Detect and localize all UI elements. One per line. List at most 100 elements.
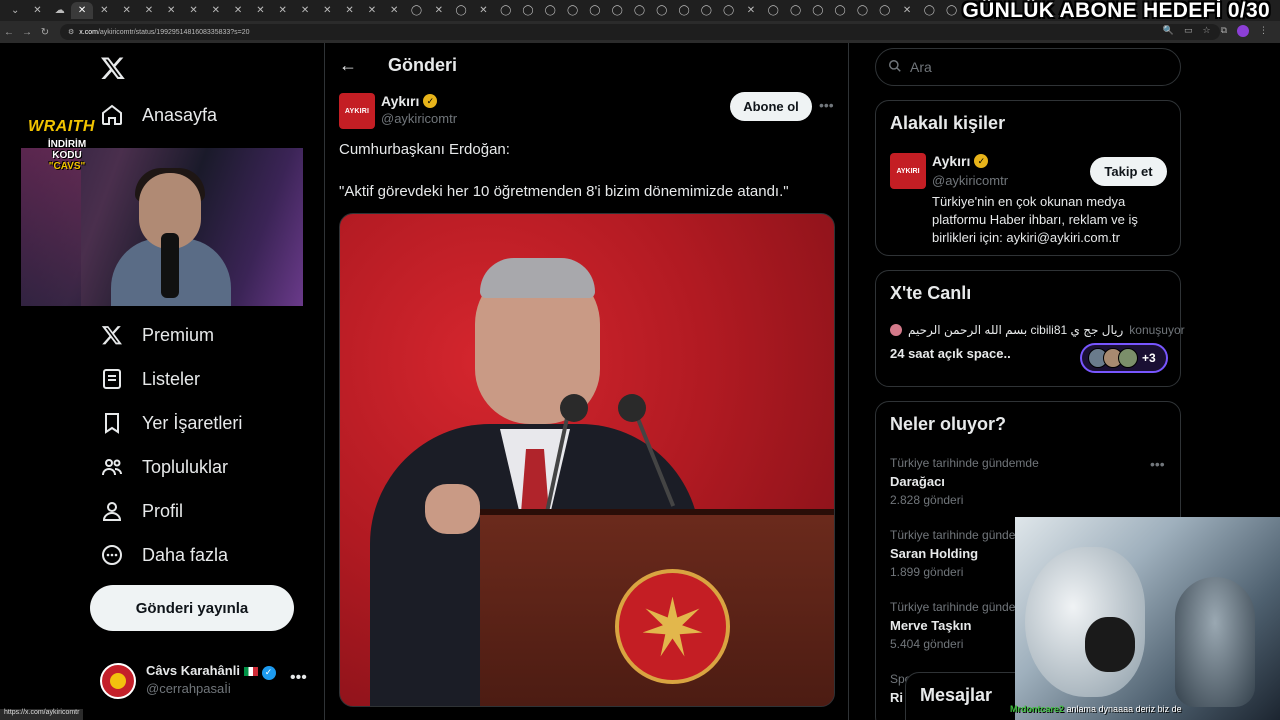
browser-tab[interactable]: ✕ xyxy=(338,2,360,19)
browser-tab[interactable]: ◯ xyxy=(450,2,472,19)
browser-tab[interactable]: ✕ xyxy=(472,2,494,19)
browser-tab[interactable]: ◯ xyxy=(628,2,650,19)
browser-tab[interactable]: ◯ xyxy=(718,2,740,19)
browser-tab[interactable]: ✕ xyxy=(249,2,271,19)
sidebar-item-label: Listeler xyxy=(142,368,201,389)
card-title: X'te Canlı xyxy=(890,283,972,303)
extensions-icon[interactable]: ⧉ xyxy=(1221,25,1227,37)
search-input[interactable]: Ara xyxy=(875,48,1181,86)
subscribe-button[interactable]: Abone ol xyxy=(730,92,812,121)
browser-tab[interactable]: ◯ xyxy=(829,2,851,19)
url-host: x.com xyxy=(79,28,98,36)
related-avatar[interactable]: AYKIRI xyxy=(890,153,926,189)
browser-tab[interactable]: ✕ xyxy=(294,2,316,19)
browser-tab[interactable]: ✕ xyxy=(383,2,405,19)
chat-user: Mrdontcare2 xyxy=(1010,704,1065,714)
sidebar-item-home[interactable]: Anasayfa xyxy=(100,103,217,127)
post-image[interactable] xyxy=(339,213,835,707)
trend-item[interactable]: Türkiye tarihinde gündemde Darağacı 2.82… xyxy=(890,456,1039,507)
sidebar-item-premium[interactable]: Premium xyxy=(100,323,214,347)
browser-tab[interactable]: ✕ xyxy=(272,2,294,19)
sidebar-item-label: Yer İşaretleri xyxy=(142,412,243,433)
trend-category: Türkiye tarihinde gündem xyxy=(890,600,1026,614)
sidebar-item-lists[interactable]: Listeler xyxy=(100,367,200,391)
sidebar-item-label: Profil xyxy=(142,500,184,521)
browser-tab[interactable]: ◯ xyxy=(561,2,583,19)
browser-tab[interactable]: ◯ xyxy=(762,2,784,19)
sidebar-item-profile[interactable]: Profil xyxy=(100,499,183,523)
browser-tab[interactable]: ◯ xyxy=(940,2,962,19)
browser-tab[interactable]: ✕ xyxy=(896,2,918,19)
space-listeners[interactable]: +3 xyxy=(1080,343,1168,373)
trend-count: 2.828 gönderi xyxy=(890,493,964,507)
browser-tab[interactable]: ◯ xyxy=(495,2,517,19)
browser-tab[interactable]: ✕ xyxy=(227,2,249,19)
browser-tab[interactable]: ✕ xyxy=(205,2,227,19)
browser-tab[interactable]: ◯ xyxy=(807,2,829,19)
browser-tab-active[interactable]: ✕ xyxy=(70,2,94,19)
trend-category: Türkiye tarihinde gündemde xyxy=(890,456,1039,470)
browser-tab[interactable]: ✕ xyxy=(316,2,338,19)
live-spaces-card[interactable]: X'te Canlı بسم الله الرحمن الرحيم cibili… xyxy=(875,270,1185,387)
browser-tab[interactable]: ✕ xyxy=(740,2,762,19)
back-nav-icon[interactable]: ← xyxy=(0,27,18,38)
browser-tab[interactable]: ✕ xyxy=(361,2,383,19)
x-logo-icon[interactable] xyxy=(100,55,126,81)
browser-tab[interactable]: ◯ xyxy=(851,2,873,19)
trend-item[interactable]: Türkiye tarihinde gündem Merve Taşkın 5.… xyxy=(890,600,1025,651)
host-avatar xyxy=(890,324,902,336)
browser-menu-icon[interactable]: ⋮ xyxy=(1259,25,1268,37)
browser-tab[interactable]: ◯ xyxy=(651,2,673,19)
browser-tab[interactable]: ✕ xyxy=(160,2,182,19)
sidebar-item-label: Topluluklar xyxy=(142,456,229,477)
browser-tab[interactable]: ◯ xyxy=(918,2,940,19)
browser-tab[interactable]: ✕ xyxy=(115,2,137,19)
card-title: Alakalı kişiler xyxy=(890,113,1006,133)
browser-tab[interactable]: ✕ xyxy=(428,2,450,19)
sidebar-item-communities[interactable]: Topluluklar xyxy=(100,455,228,479)
post-more-icon[interactable]: ••• xyxy=(819,97,834,113)
browser-tab[interactable]: ✕ xyxy=(182,2,204,19)
browser-tab[interactable]: ◯ xyxy=(874,2,896,19)
cast-icon[interactable]: ▭ xyxy=(1184,25,1193,37)
browser-tab[interactable]: ◯ xyxy=(405,2,427,19)
browser-tab[interactable]: ✕ xyxy=(26,2,48,19)
profile-avatar-icon[interactable] xyxy=(1237,25,1249,37)
avatar xyxy=(100,663,136,699)
browser-tab[interactable]: ◯ xyxy=(784,2,806,19)
forward-nav-icon[interactable]: → xyxy=(18,27,36,38)
trend-name: Merve Taşkın xyxy=(890,618,972,633)
browser-tab[interactable]: ◯ xyxy=(539,2,561,19)
follow-button[interactable]: Takip et xyxy=(1090,157,1167,186)
browser-tab[interactable]: ✕ xyxy=(93,2,115,19)
gold-verified-icon: ✓ xyxy=(974,154,989,168)
post-author-avatar[interactable]: AYKIRI xyxy=(339,93,375,129)
account-switcher[interactable]: Câvs Karahânli ✓ @cerrahpasaİi ••• xyxy=(100,661,310,701)
tab-menu-icon[interactable]: ⌄ xyxy=(4,2,26,19)
account-more-icon[interactable]: ••• xyxy=(290,669,307,687)
sidebar-item-label: Anasayfa xyxy=(142,104,218,125)
post-author-name[interactable]: Aykırı ✓ xyxy=(381,93,438,109)
browser-tab[interactable]: ◯ xyxy=(673,2,695,19)
browser-tab[interactable]: ◯ xyxy=(695,2,717,19)
zoom-icon[interactable]: 🔍 xyxy=(1163,25,1174,37)
related-handle[interactable]: @aykiricomtr xyxy=(932,173,1008,188)
post-button[interactable]: Gönderi yayınla xyxy=(90,585,294,631)
trend-more-icon[interactable]: ••• xyxy=(1150,456,1165,472)
sidebar-item-bookmarks[interactable]: Yer İşaretleri xyxy=(100,411,242,435)
browser-tab[interactable]: ◯ xyxy=(517,2,539,19)
post-author-handle[interactable]: @aykiricomtr xyxy=(381,111,457,126)
site-info-icon[interactable]: ⚙ xyxy=(68,28,74,36)
back-arrow-icon[interactable]: ← xyxy=(339,55,357,76)
sidebar-item-more[interactable]: Daha fazla xyxy=(100,543,228,567)
url-field[interactable]: ⚙ x.com/aykiricomtr/status/1992951481608… xyxy=(60,24,1220,40)
bookmark-star-icon[interactable]: ☆ xyxy=(1202,25,1210,37)
trend-item[interactable]: Türkiye tarihinde gündem Saran Holding 1… xyxy=(890,528,1025,579)
reload-icon[interactable]: ↻ xyxy=(36,27,54,38)
sponsor-logo: WRAITH xyxy=(28,118,95,135)
browser-tab[interactable]: ☁ xyxy=(49,2,71,19)
browser-tab[interactable]: ✕ xyxy=(138,2,160,19)
related-name[interactable]: Aykırı ✓ xyxy=(932,153,989,169)
browser-tab[interactable]: ◯ xyxy=(584,2,606,19)
browser-tab[interactable]: ◯ xyxy=(606,2,628,19)
